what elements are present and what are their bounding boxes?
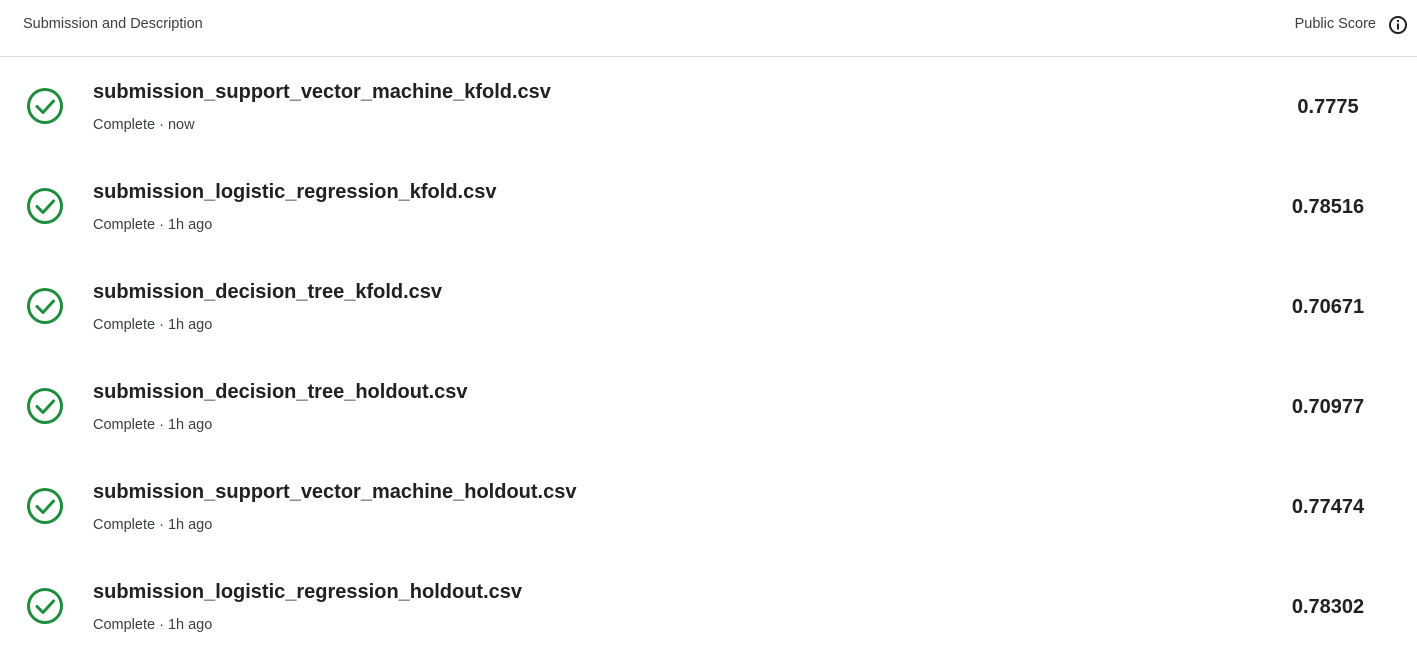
public-score-value: 0.70977 <box>1291 396 1365 418</box>
submission-file-name[interactable]: submission_decision_tree_kfold.csv <box>93 281 442 304</box>
submission-row[interactable]: submission_support_vector_machine_holdou… <box>0 458 1417 558</box>
submission-status: Complete · 1h ago <box>93 417 213 433</box>
check-circle-icon <box>27 288 63 324</box>
public-score-value: 0.77474 <box>1291 496 1365 518</box>
public-score-value: 0.70671 <box>1291 296 1365 318</box>
check-circle-icon <box>27 488 63 524</box>
public-score-value: 0.78302 <box>1291 596 1365 618</box>
submission-status: Complete · now <box>93 117 195 133</box>
submission-file-name[interactable]: submission_logistic_regression_kfold.csv <box>93 181 496 204</box>
submission-file-name[interactable]: submission_support_vector_machine_kfold.… <box>93 81 551 104</box>
public-score-value: 0.7775 <box>1297 96 1359 118</box>
check-circle-icon <box>27 388 63 424</box>
check-circle-icon <box>27 588 63 624</box>
submission-row[interactable]: submission_logistic_regression_holdout.c… <box>0 558 1417 658</box>
check-circle-icon <box>27 88 63 124</box>
submission-file-name[interactable]: submission_support_vector_machine_holdou… <box>93 481 576 504</box>
submission-row[interactable]: submission_support_vector_machine_kfold.… <box>0 58 1417 158</box>
public-score-value: 0.78516 <box>1291 196 1365 218</box>
submissions-list: submission_support_vector_machine_kfold.… <box>0 58 1417 658</box>
submissions-table-header: Submission and Description Public Score <box>0 0 1417 57</box>
submission-row[interactable]: submission_decision_tree_kfold.csv Compl… <box>0 258 1417 358</box>
submission-status: Complete · 1h ago <box>93 217 213 233</box>
submission-status: Complete · 1h ago <box>93 317 213 333</box>
submission-description-column-header: Submission and Description <box>23 16 203 32</box>
submission-row[interactable]: submission_logistic_regression_kfold.csv… <box>0 158 1417 258</box>
submission-file-name[interactable]: submission_logistic_regression_holdout.c… <box>93 581 522 604</box>
submission-row[interactable]: submission_decision_tree_holdout.csv Com… <box>0 358 1417 458</box>
submission-status: Complete · 1h ago <box>93 517 213 533</box>
public-score-column-header: Public Score <box>1294 16 1376 32</box>
info-icon[interactable] <box>1388 15 1408 35</box>
submission-status: Complete · 1h ago <box>93 617 213 633</box>
submission-file-name[interactable]: submission_decision_tree_holdout.csv <box>93 381 468 404</box>
check-circle-icon <box>27 188 63 224</box>
